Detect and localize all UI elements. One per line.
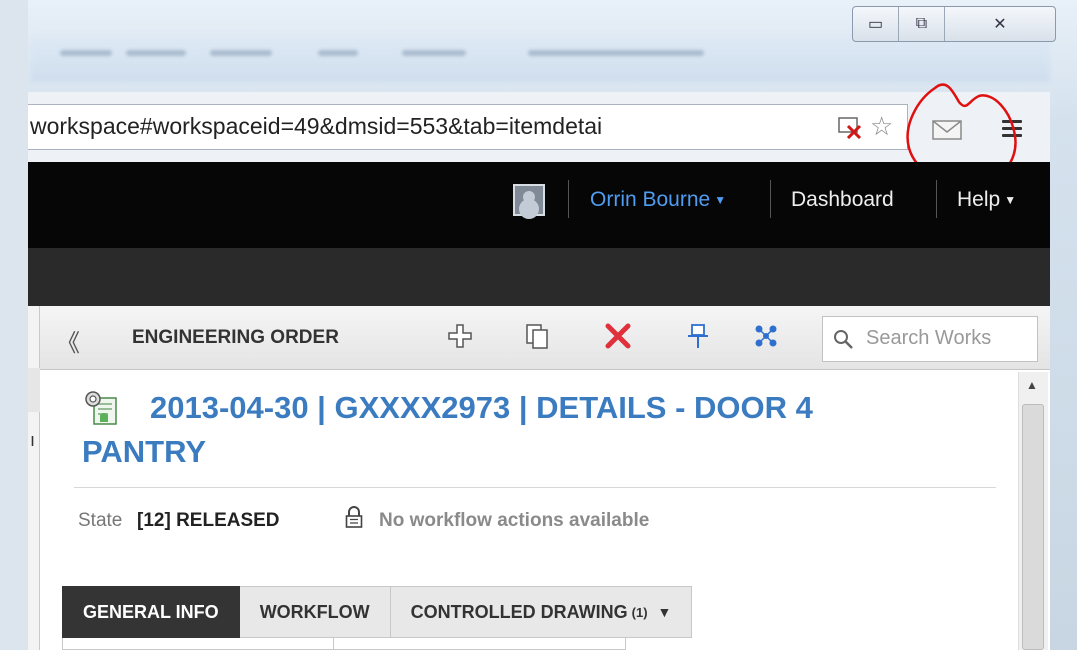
chevron-down-icon[interactable]: ▼ [658, 604, 672, 620]
stop-loading-icon[interactable] [838, 117, 862, 139]
hamburger-menu-icon[interactable] [1002, 120, 1022, 141]
left-pane-partial-text: ı [30, 430, 36, 450]
item-title-continued: PANTRY [82, 434, 206, 469]
item-title: 2013-04-30 | GXXXX2973 | DETAILS - DOOR … [150, 390, 813, 425]
tab-label: WORKFLOW [259, 601, 370, 622]
blurred-text [210, 50, 272, 56]
header-divider [568, 180, 569, 218]
address-bar-url[interactable]: workspace#workspaceid=49&dmsid=553&tab=i… [30, 113, 602, 140]
search-icon [834, 330, 853, 349]
tab-label: GENERAL INFO [83, 601, 219, 622]
tab-controlled-drawing[interactable]: CONTROLLED DRAWING (1) ▼ [390, 586, 693, 638]
title-divider [74, 487, 996, 488]
user-name: Orrin Bourne [590, 188, 711, 211]
maximize-button[interactable]: ⧉ [899, 7, 945, 41]
desktop-left-edge [0, 0, 28, 650]
blurred-text [126, 50, 186, 56]
blurred-text [60, 50, 112, 56]
left-pane-edge [28, 306, 40, 650]
blurred-text [528, 50, 704, 56]
window-controls: ▭ ⧉ ✕ [852, 6, 1056, 42]
tab-content-divider [333, 638, 334, 650]
close-window-button[interactable]: ✕ [945, 7, 1055, 41]
engineering-item-icon [85, 391, 117, 425]
left-pane-header [28, 368, 40, 412]
workflow-status-note: No workflow actions available [379, 510, 650, 531]
chevron-down-icon: ▼ [714, 193, 727, 208]
user-menu[interactable]: Orrin Bourne ▼ [590, 188, 726, 212]
pin-icon[interactable] [684, 322, 712, 350]
search-placeholder: Search Works [866, 327, 992, 349]
scroll-up-icon[interactable]: ▲ [1026, 378, 1038, 392]
minimize-icon: ▭ [867, 16, 884, 33]
avatar[interactable] [513, 184, 545, 216]
header-divider [936, 180, 937, 218]
scroll-thumb[interactable] [1022, 404, 1044, 650]
sub-navigation-bar [28, 248, 1050, 306]
tab-label: CONTROLLED DRAWING [410, 601, 628, 622]
relationships-icon[interactable] [752, 322, 780, 350]
header-divider [770, 180, 771, 218]
blurred-text [402, 50, 466, 56]
help-label: Help [957, 188, 1001, 211]
mail-icon[interactable] [932, 120, 962, 140]
tab-count-badge: (1) [631, 604, 648, 620]
lock-icon [345, 506, 363, 528]
tab-content-frame [62, 638, 626, 650]
item-tabs: GENERAL INFO WORKFLOW CONTROLLED DRAWING… [62, 586, 693, 638]
close-icon: ✕ [993, 16, 1007, 33]
collapse-left-icon[interactable]: 《 [56, 323, 80, 358]
maximize-icon: ⧉ [915, 15, 928, 32]
blurred-text [318, 50, 358, 56]
delete-icon[interactable] [604, 322, 632, 350]
copy-icon[interactable] [524, 322, 552, 350]
state-label: State [78, 510, 123, 531]
chevron-down-icon: ▼ [1004, 193, 1017, 208]
workspace-name: ENGINEERING ORDER [132, 327, 339, 348]
dashboard-link[interactable]: Dashboard [791, 188, 894, 212]
tab-workflow[interactable]: WORKFLOW [239, 586, 391, 638]
bookmark-star-icon[interactable]: ☆ [870, 113, 893, 139]
tab-general-info[interactable]: GENERAL INFO [62, 586, 240, 638]
help-menu[interactable]: Help ▼ [957, 188, 1016, 212]
add-item-icon[interactable] [446, 322, 474, 350]
minimize-button[interactable]: ▭ [853, 7, 899, 41]
state-value: [12] RELEASED [137, 510, 280, 531]
